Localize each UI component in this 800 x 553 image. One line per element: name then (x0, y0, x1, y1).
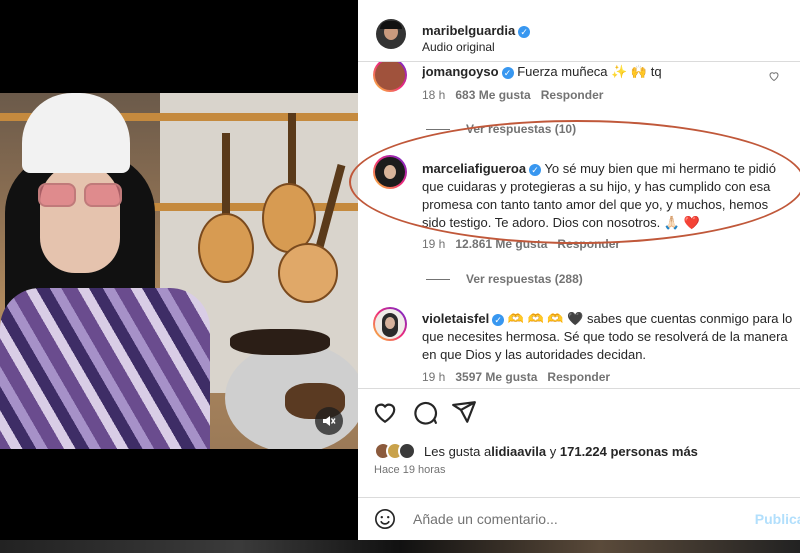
comment-likes[interactable]: 3597 Me gusta (455, 370, 537, 384)
post-time[interactable]: Hace 19 horas (374, 464, 446, 476)
comment-meta: 19 h 3597 Me gusta Responder (422, 370, 610, 384)
reply-button[interactable]: Responder (557, 237, 620, 251)
audio-label[interactable]: Audio original (422, 40, 495, 54)
person-face (40, 163, 120, 273)
likes-count-link[interactable]: 171.224 personas más (560, 444, 698, 459)
author-avatar[interactable] (376, 19, 406, 49)
verified-icon: ✓ (492, 314, 505, 326)
comment-time[interactable]: 19 h (422, 370, 445, 384)
share-icon[interactable] (451, 399, 477, 425)
likes-middle: y (546, 443, 560, 459)
emoji-icon[interactable] (374, 508, 396, 530)
post-panel: maribelguardia ✓ Audio original jomangoys… (358, 0, 800, 540)
author-username[interactable]: maribelguardia (422, 23, 515, 38)
comment-meta: 19 h 12.861 Me gusta Responder (422, 237, 620, 251)
commenter-avatar[interactable] (375, 309, 405, 339)
commenter-username[interactable]: jomangoyso (422, 64, 499, 79)
mute-icon (323, 416, 336, 426)
reply-button[interactable]: Responder (541, 88, 604, 102)
post-actions: Les gusta a lidiaavila y 171.224 persona… (358, 388, 800, 538)
heart-icon[interactable] (372, 399, 398, 425)
reply-button[interactable]: Responder (547, 370, 610, 384)
comment-time[interactable]: 18 h (422, 88, 445, 102)
comment-likes[interactable]: 12.861 Me gusta (455, 237, 547, 251)
post-header: maribelguardia ✓ Audio original (358, 0, 800, 62)
view-replies-button[interactable]: Ver respuestas (10) (426, 122, 576, 136)
comment-heart-icon[interactable] (768, 70, 780, 82)
bottom-strip (0, 540, 800, 553)
person-cap (22, 93, 130, 173)
comment-icon[interactable] (412, 399, 438, 425)
verified-icon: ✓ (501, 67, 514, 79)
verified-icon: ✓ (518, 26, 531, 38)
person-hoodie (0, 288, 210, 449)
commenter-avatar[interactable] (375, 60, 405, 90)
guitar (278, 243, 338, 303)
publish-button[interactable]: Publicar (755, 511, 800, 527)
video-pane (0, 0, 358, 540)
video-player[interactable] (0, 93, 358, 449)
verified-icon: ✓ (529, 164, 542, 176)
commenter-username[interactable]: marceliafigueroa (422, 161, 526, 176)
likes-summary: Les gusta a lidiaavila y 171.224 persona… (374, 442, 698, 460)
mute-button[interactable] (315, 407, 343, 435)
liker-avatar (398, 442, 416, 460)
likes-prefix: Les gusta a (424, 443, 492, 459)
comment-input[interactable]: Añade un comentario... (413, 511, 558, 527)
comment-text: Fuerza muñeca ✨ 🙌 tq (517, 64, 662, 79)
liker-username[interactable]: lidiaavila (491, 444, 546, 459)
commenter-username[interactable]: violetaisfel (422, 311, 489, 326)
person-glasses (38, 183, 124, 207)
comment-time[interactable]: 19 h (422, 237, 445, 251)
comment-meta: 18 h 683 Me gusta Responder (422, 88, 603, 102)
add-comment-bar: Añade un comentario... Publicar (358, 497, 800, 539)
dog (230, 329, 330, 355)
view-replies-button[interactable]: Ver respuestas (288) (426, 272, 583, 286)
comment-likes[interactable]: 683 Me gusta (455, 88, 530, 102)
guitar (198, 213, 254, 283)
commenter-avatar[interactable] (375, 157, 405, 187)
